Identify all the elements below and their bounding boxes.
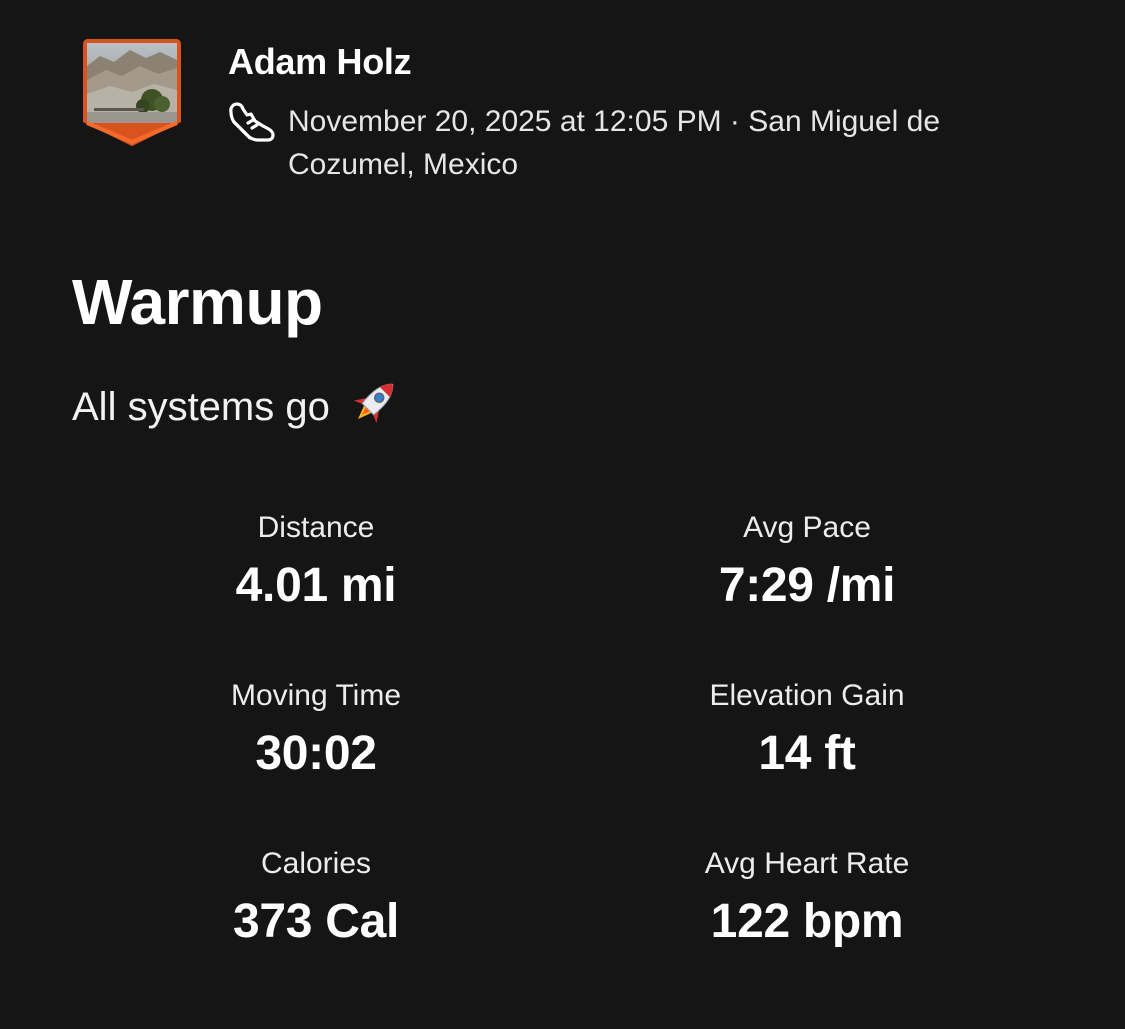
stat-value: 122 bpm bbox=[710, 895, 904, 948]
stat-value: 373 Cal bbox=[232, 895, 400, 948]
activity-title[interactable]: Warmup bbox=[72, 262, 323, 342]
stat-avg-pace: Avg Pace 7:29 /mi bbox=[617, 508, 997, 616]
stat-label: Calories bbox=[260, 847, 372, 880]
athlete-name[interactable]: Adam Holz bbox=[228, 40, 412, 84]
stat-label: Moving Time bbox=[230, 679, 402, 712]
stat-value: 14 ft bbox=[758, 727, 856, 780]
stat-value: 7:29 /mi bbox=[718, 559, 896, 612]
stat-moving-time: Moving Time 30:02 bbox=[126, 676, 506, 784]
stat-elevation-gain: Elevation Gain 14 ft bbox=[617, 676, 997, 784]
activity-header: Adam Holz November 20, 2025 at 12:05 PM … bbox=[80, 36, 1080, 196]
avatar[interactable] bbox=[80, 36, 184, 150]
stat-label: Avg Pace bbox=[743, 511, 871, 544]
stat-avg-heart-rate: Avg Heart Rate 122 bpm bbox=[617, 844, 997, 952]
activity-description: All systems go bbox=[72, 374, 403, 438]
rocket-icon bbox=[353, 383, 394, 424]
stat-label: Avg Heart Rate bbox=[704, 847, 910, 880]
stat-value: 4.01 mi bbox=[235, 559, 397, 612]
avatar-image bbox=[83, 39, 181, 146]
stat-label: Elevation Gain bbox=[709, 679, 905, 712]
stat-label: Distance bbox=[257, 511, 375, 544]
stat-distance: Distance 4.01 mi bbox=[126, 508, 506, 616]
activity-description-text: All systems go bbox=[72, 385, 330, 429]
stat-value: 30:02 bbox=[255, 727, 377, 780]
running-shoe-icon bbox=[229, 102, 275, 142]
stat-calories: Calories 373 Cal bbox=[126, 844, 506, 952]
activity-date-location: November 20, 2025 at 12:05 PM · San Migu… bbox=[288, 105, 941, 181]
